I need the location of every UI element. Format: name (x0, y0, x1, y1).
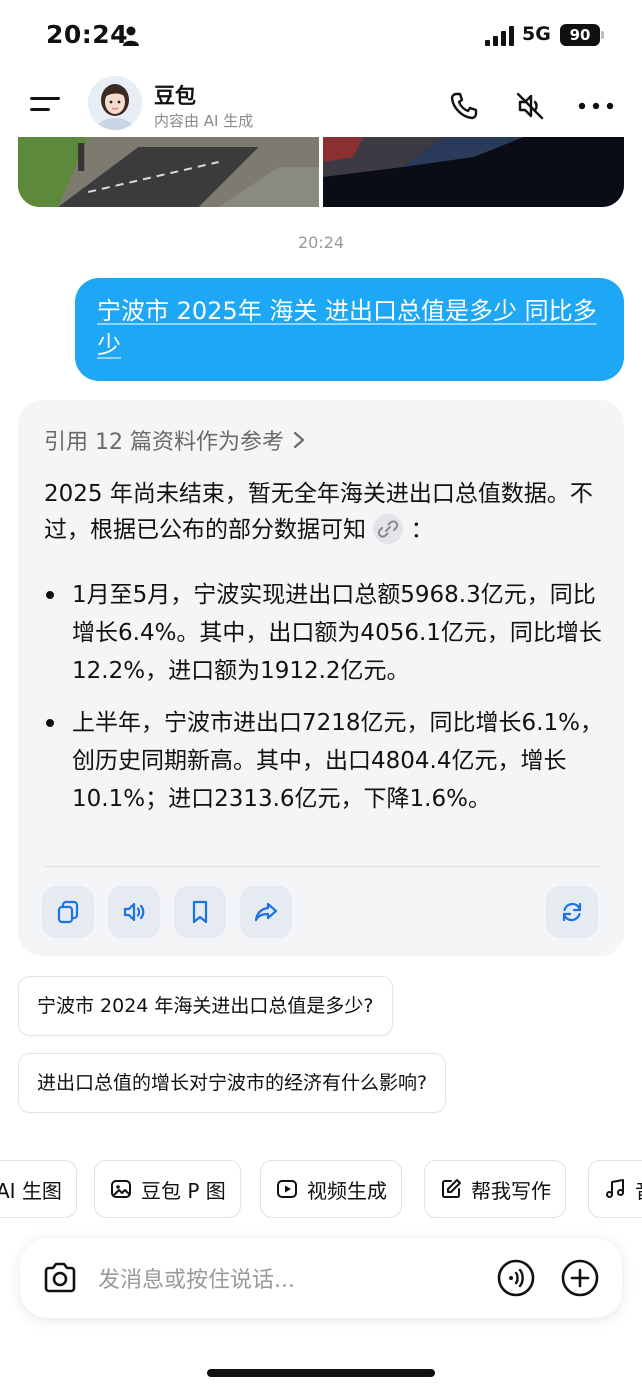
message-timestamp: 20:24 (297, 233, 345, 252)
chip-video-label: 视频生成 (307, 1178, 387, 1203)
answer-divider (44, 866, 600, 867)
bookmark-button[interactable] (174, 886, 226, 938)
chevron-right-icon (293, 431, 305, 449)
bookmark-icon (192, 900, 208, 924)
avatar-portrait-icon (88, 76, 142, 130)
refresh-icon (562, 902, 582, 922)
signal-icon (485, 26, 514, 46)
phone-icon[interactable] (448, 90, 480, 122)
status-bar: 20:24 5G 90 (0, 0, 642, 72)
generated-image-2[interactable] (323, 137, 624, 207)
edit-icon (442, 1179, 461, 1198)
bot-name: 豆包 (154, 84, 196, 108)
video-play-icon (277, 1180, 297, 1198)
chip-music[interactable]: 音 (588, 1160, 642, 1218)
answer-card: 引用 12 篇资料作为参考 2025 年尚未结束，暂无全年海关进出口总值数据。不… (18, 400, 624, 956)
more-icon[interactable] (578, 102, 614, 110)
answer-bullet-2: 上半年，宁波市进出口7218亿元，同比增长6.1%，创历史同期新高。其中，出口4… (44, 704, 610, 818)
chip-writing-label: 帮我写作 (471, 1178, 551, 1203)
user-message-text: 宁波市 2025年 海关 进出口总值是多少 同比多少 (97, 297, 597, 359)
copy-icon (57, 900, 79, 924)
network-label: 5G (522, 23, 551, 45)
answer-bullet-1: 1月至5月，宁波实现进出口总额5968.3亿元，同比增长6.4%。其中，出口额为… (44, 576, 610, 690)
chat-header: 豆包 内容由 AI 生成 (0, 72, 642, 138)
generated-image-1[interactable] (18, 137, 319, 207)
menu-icon[interactable] (28, 92, 62, 116)
previous-image-strip (18, 137, 624, 207)
share-icon (254, 902, 278, 922)
night-harbor-image-icon (323, 137, 624, 207)
answer-bullets: 1月至5月，宁波实现进出口总额5968.3亿元，同比增长6.4%。其中，出口额为… (44, 576, 610, 832)
plus-icon[interactable] (560, 1258, 600, 1298)
camera-icon[interactable] (40, 1258, 80, 1298)
battery-indicator: 90 (560, 24, 600, 46)
music-note-icon (606, 1179, 624, 1198)
image-edit-icon (111, 1180, 131, 1198)
reference-label: 引用 12 篇资料作为参考 (44, 430, 284, 455)
user-message-bubble[interactable]: 宁波市 2025年 海关 进出口总值是多少 同比多少 (75, 278, 624, 381)
answer-intro-text: 2025 年尚未结束，暂无全年海关进出口总值数据。不过，根据已公布的部分数据可知 (44, 481, 593, 543)
avatar[interactable] (88, 76, 142, 130)
chip-photo-edit-label: 豆包 P 图 (141, 1178, 226, 1203)
reference-link[interactable]: 引用 12 篇资料作为参考 (44, 424, 306, 456)
speaker-mute-icon[interactable] (514, 90, 546, 122)
speaker-icon (123, 902, 145, 922)
copy-button[interactable] (42, 886, 94, 938)
chip-photo-edit[interactable]: 豆包 P 图 (94, 1160, 241, 1218)
chip-writing[interactable]: 帮我写作 (424, 1160, 566, 1218)
city-road-image-icon (18, 137, 319, 207)
chip-music-label: 音 (635, 1175, 642, 1204)
status-time: 20:24 (46, 20, 129, 49)
bot-subtitle: 内容由 AI 生成 (154, 112, 254, 130)
message-input[interactable]: 发消息或按住说话... (98, 1262, 295, 1294)
battery-tip (601, 31, 604, 39)
quick-action-chips: AI 生图 豆包 P 图 视频生成 帮我写作 音 (0, 1160, 642, 1218)
regenerate-button[interactable] (546, 886, 598, 938)
answer-intro-end: ： (410, 517, 434, 543)
link-icon[interactable] (373, 513, 404, 544)
read-aloud-button[interactable] (108, 886, 160, 938)
voice-wave-icon[interactable] (496, 1258, 536, 1298)
suggestion-2[interactable]: 进出口总值的增长对宁波市的经济有什么影响? (18, 1053, 447, 1113)
suggestion-1[interactable]: 宁波市 2024 年海关进出口总值是多少? (18, 976, 393, 1036)
chip-video[interactable]: 视频生成 (260, 1160, 402, 1218)
person-icon (123, 26, 139, 46)
chip-ai-image[interactable]: AI 生图 (0, 1160, 77, 1218)
home-indicator[interactable] (207, 1369, 435, 1377)
answer-intro: 2025 年尚未结束，暂无全年海关进出口总值数据。不过，根据已公布的部分数据可知… (44, 476, 604, 548)
message-input-bar: 发消息或按住说话... (20, 1238, 622, 1318)
share-button[interactable] (240, 886, 292, 938)
chip-ai-image-label: AI 生图 (0, 1178, 62, 1203)
